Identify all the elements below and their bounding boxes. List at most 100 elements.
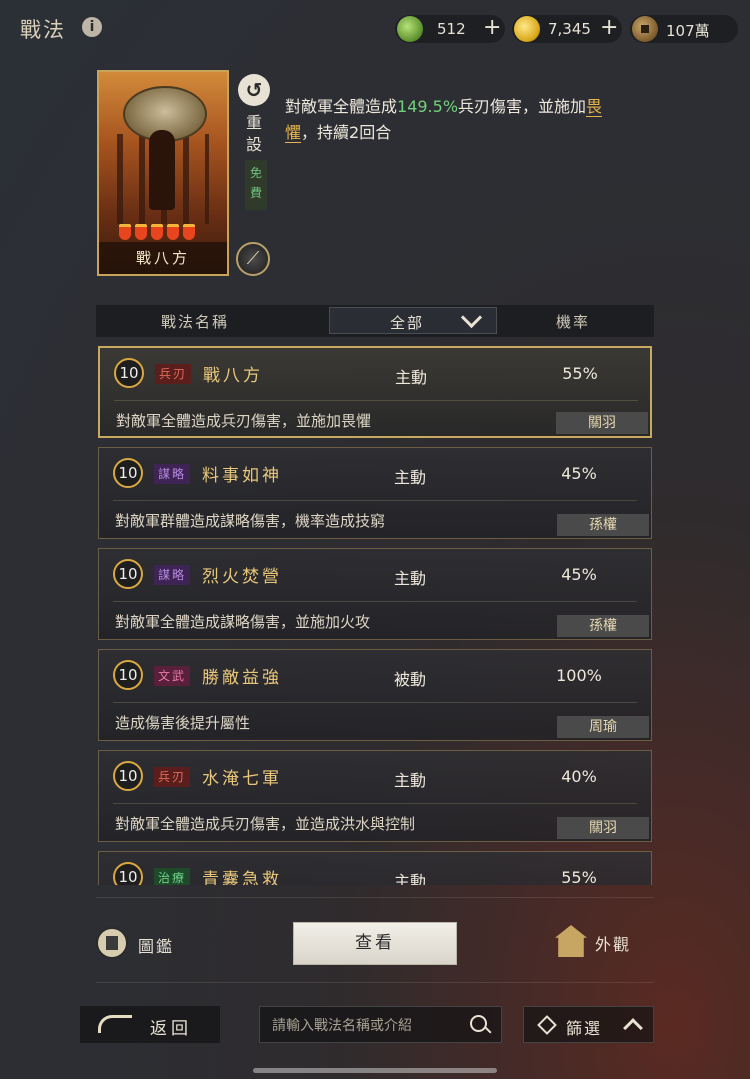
level-badge: 10 [113, 660, 143, 690]
type-filter-dropdown[interactable]: 全部 [329, 306, 497, 334]
skill-mode: 主動 [394, 569, 427, 588]
codex-icon [96, 927, 128, 959]
skill-effect: 對敵軍群體造成謀略傷害，機率造成技窮 [115, 512, 386, 530]
pavilion-icon [555, 925, 587, 957]
filter-label: 篩選 [566, 1019, 603, 1038]
rank-flame-icon [119, 224, 131, 240]
search-box[interactable] [259, 1006, 502, 1043]
skill-mode: 主動 [395, 368, 428, 387]
type-tag: 謀略 [154, 464, 191, 484]
divider [96, 982, 654, 983]
row-divider [113, 702, 637, 703]
skill-row[interactable]: 10 文武 勝敵益強 被動 100% 造成傷害後提升屬性 周瑜 [98, 649, 652, 741]
reset-icon[interactable]: ↺ [238, 74, 270, 106]
back-label: 返回 [150, 1019, 192, 1039]
level-badge: 10 [113, 458, 143, 488]
search-input[interactable] [270, 1013, 464, 1039]
skill-rate: 40% [561, 767, 597, 786]
skill-mode: 主動 [394, 872, 427, 885]
warrior-art [149, 130, 175, 210]
hero-tag: 關羽 [557, 817, 649, 839]
skill-row[interactable]: 10 謀略 料事如神 主動 45% 對敵軍群體造成謀略傷害，機率造成技窮 孫權 [98, 447, 652, 539]
rank-flame-icon [151, 224, 163, 240]
filter-icon [537, 1015, 557, 1035]
skill-card[interactable]: 戰八方 [97, 70, 229, 276]
type-tag: 謀略 [154, 565, 191, 585]
type-tag: 治療 [154, 868, 191, 885]
row-divider [113, 601, 637, 602]
desc-prefix: 對敵軍全體造成 [285, 97, 398, 116]
copper-resource: 107萬 [630, 15, 738, 43]
level-badge: 10 [113, 559, 143, 589]
skill-name: 戰八方 [203, 366, 263, 386]
skill-name: 烈火焚營 [202, 567, 282, 587]
view-button[interactable]: 查看 [293, 922, 457, 965]
skill-row[interactable]: 10 治療 青囊急救 主動 55% [98, 851, 652, 885]
table-header: 戰法名稱 全部 機率 [96, 305, 654, 337]
dropdown-value: 全部 [390, 314, 425, 332]
divider [96, 897, 654, 898]
skill-row[interactable]: 10 謀略 烈火焚營 主動 45% 對敵軍全體造成謀略傷害，並施加火攻 孫權 [98, 548, 652, 640]
header-skill-name: 戰法名稱 [161, 313, 230, 331]
skill-mode: 被動 [394, 670, 427, 689]
skill-description: 對敵軍全體造成149.5%兵刃傷害，並施加畏懼，持續2回合 [285, 94, 630, 146]
row-divider [114, 400, 638, 401]
skill-name: 水淹七軍 [202, 769, 282, 789]
gold-value: 7,345 [548, 20, 591, 38]
rank-flame-icon [183, 224, 195, 240]
codex-label: 圖鑑 [138, 937, 175, 956]
skill-mode: 主動 [394, 468, 427, 487]
reset-label[interactable]: 重設 [246, 112, 266, 156]
type-tag: 文武 [154, 666, 191, 686]
skill-effect: 對敵軍全體造成兵刃傷害，並造成洪水與控制 [115, 815, 416, 833]
skill-rate: 55% [561, 868, 597, 885]
skill-row[interactable]: 10 兵刃 水淹七軍 主動 40% 對敵軍全體造成兵刃傷害，並造成洪水與控制 關… [98, 750, 652, 842]
info-icon[interactable]: i [82, 17, 102, 37]
hero-tag: 關羽 [556, 412, 648, 434]
jade-value: 512 [437, 20, 466, 38]
copper-value: 107萬 [666, 22, 710, 40]
skill-row[interactable]: 10 兵刃 戰八方 主動 55% 對敵軍全體造成兵刃傷害，並施加畏懼 關羽 [98, 346, 652, 438]
skill-card-name: 戰八方 [99, 242, 227, 274]
level-badge: 10 [113, 761, 143, 791]
page-title: 戰法 [20, 18, 66, 42]
back-button[interactable]: 返回 [80, 1006, 220, 1043]
level-badge: 10 [113, 862, 143, 885]
desc-percent: 149.5% [397, 97, 459, 116]
gold-icon [514, 16, 540, 42]
hero-tag: 孫權 [557, 615, 649, 637]
skill-effect: 對敵軍全體造成兵刃傷害，並施加畏懼 [116, 412, 372, 430]
jade-resource: 512 + [395, 15, 505, 43]
appearance-label: 外觀 [595, 935, 632, 954]
skill-list[interactable]: 10 兵刃 戰八方 主動 55% 對敵軍全體造成兵刃傷害，並施加畏懼 關羽 10… [96, 344, 654, 885]
row-divider [113, 500, 637, 501]
chevron-up-icon [623, 1018, 643, 1038]
back-arrow-icon [98, 1015, 132, 1033]
rank-flame-icon [167, 224, 179, 240]
search-icon[interactable] [470, 1015, 487, 1032]
jade-icon [397, 16, 423, 42]
chevron-down-icon [460, 306, 483, 329]
skill-rate: 45% [561, 565, 597, 584]
skill-mode: 主動 [394, 771, 427, 790]
skill-name: 勝敵益強 [202, 668, 282, 688]
appearance-button[interactable]: 外觀 [555, 925, 655, 961]
copper-coin-icon [632, 16, 658, 42]
hero-tag: 周瑜 [557, 716, 649, 738]
type-tag: 兵刃 [154, 767, 191, 787]
top-bar: 戰法 i 512 + 7,345 + 107萬 [0, 0, 750, 56]
home-indicator[interactable] [253, 1068, 497, 1073]
rank-flame-icon [135, 224, 147, 240]
free-tag: 免費 [245, 160, 267, 210]
filter-button[interactable]: 篩選 [523, 1006, 654, 1043]
skill-rate: 55% [562, 364, 598, 383]
skill-rate: 100% [556, 666, 602, 685]
gold-resource: 7,345 + [512, 15, 622, 43]
compass-icon[interactable]: ⟋ [236, 242, 270, 276]
add-jade-button[interactable]: + [483, 15, 501, 40]
rank-flames [119, 224, 209, 242]
add-gold-button[interactable]: + [600, 15, 618, 40]
desc-suffix: ，持續2回合 [301, 123, 392, 142]
level-badge: 10 [114, 358, 144, 388]
row-divider [113, 803, 637, 804]
